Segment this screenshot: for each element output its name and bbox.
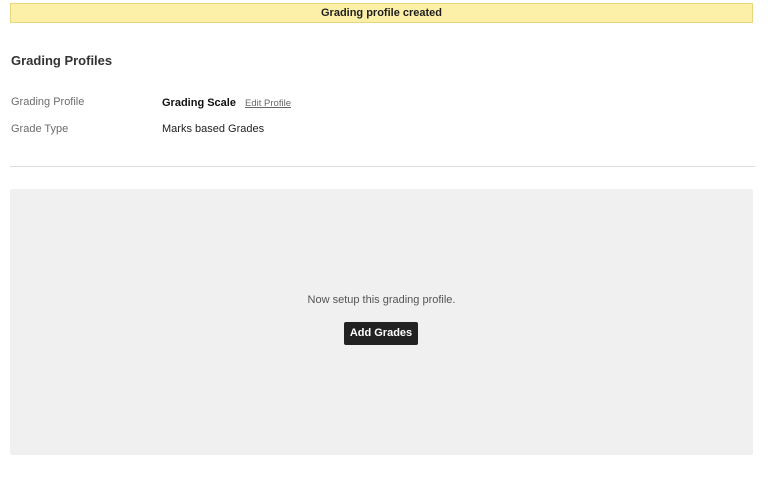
- setup-panel: Now setup this grading profile. Add Grad…: [10, 189, 753, 455]
- section-divider: [10, 166, 755, 167]
- grade-type-value: Marks based Grades: [162, 123, 265, 135]
- grading-profile-label: Grading Profile: [11, 96, 85, 108]
- edit-profile-link[interactable]: Edit Profile: [245, 98, 291, 109]
- grading-profile-value-wrap: Grading Scale Edit Profile: [162, 97, 291, 109]
- add-grades-button[interactable]: Add Grades: [344, 322, 418, 345]
- setup-message: Now setup this grading profile.: [307, 294, 456, 306]
- grading-profile-row: Grading Profile Grading Scale Edit Profi…: [11, 96, 751, 112]
- page-title: Grading Profiles: [11, 53, 113, 68]
- grade-type-label: Grade Type: [11, 123, 69, 135]
- grading-profile-value: Grading Scale: [162, 97, 236, 109]
- grade-type-row: Grade Type Marks based Grades: [11, 123, 751, 139]
- flash-message: Grading profile created: [10, 3, 753, 23]
- page: Grading profile created Grading Profiles…: [0, 0, 768, 479]
